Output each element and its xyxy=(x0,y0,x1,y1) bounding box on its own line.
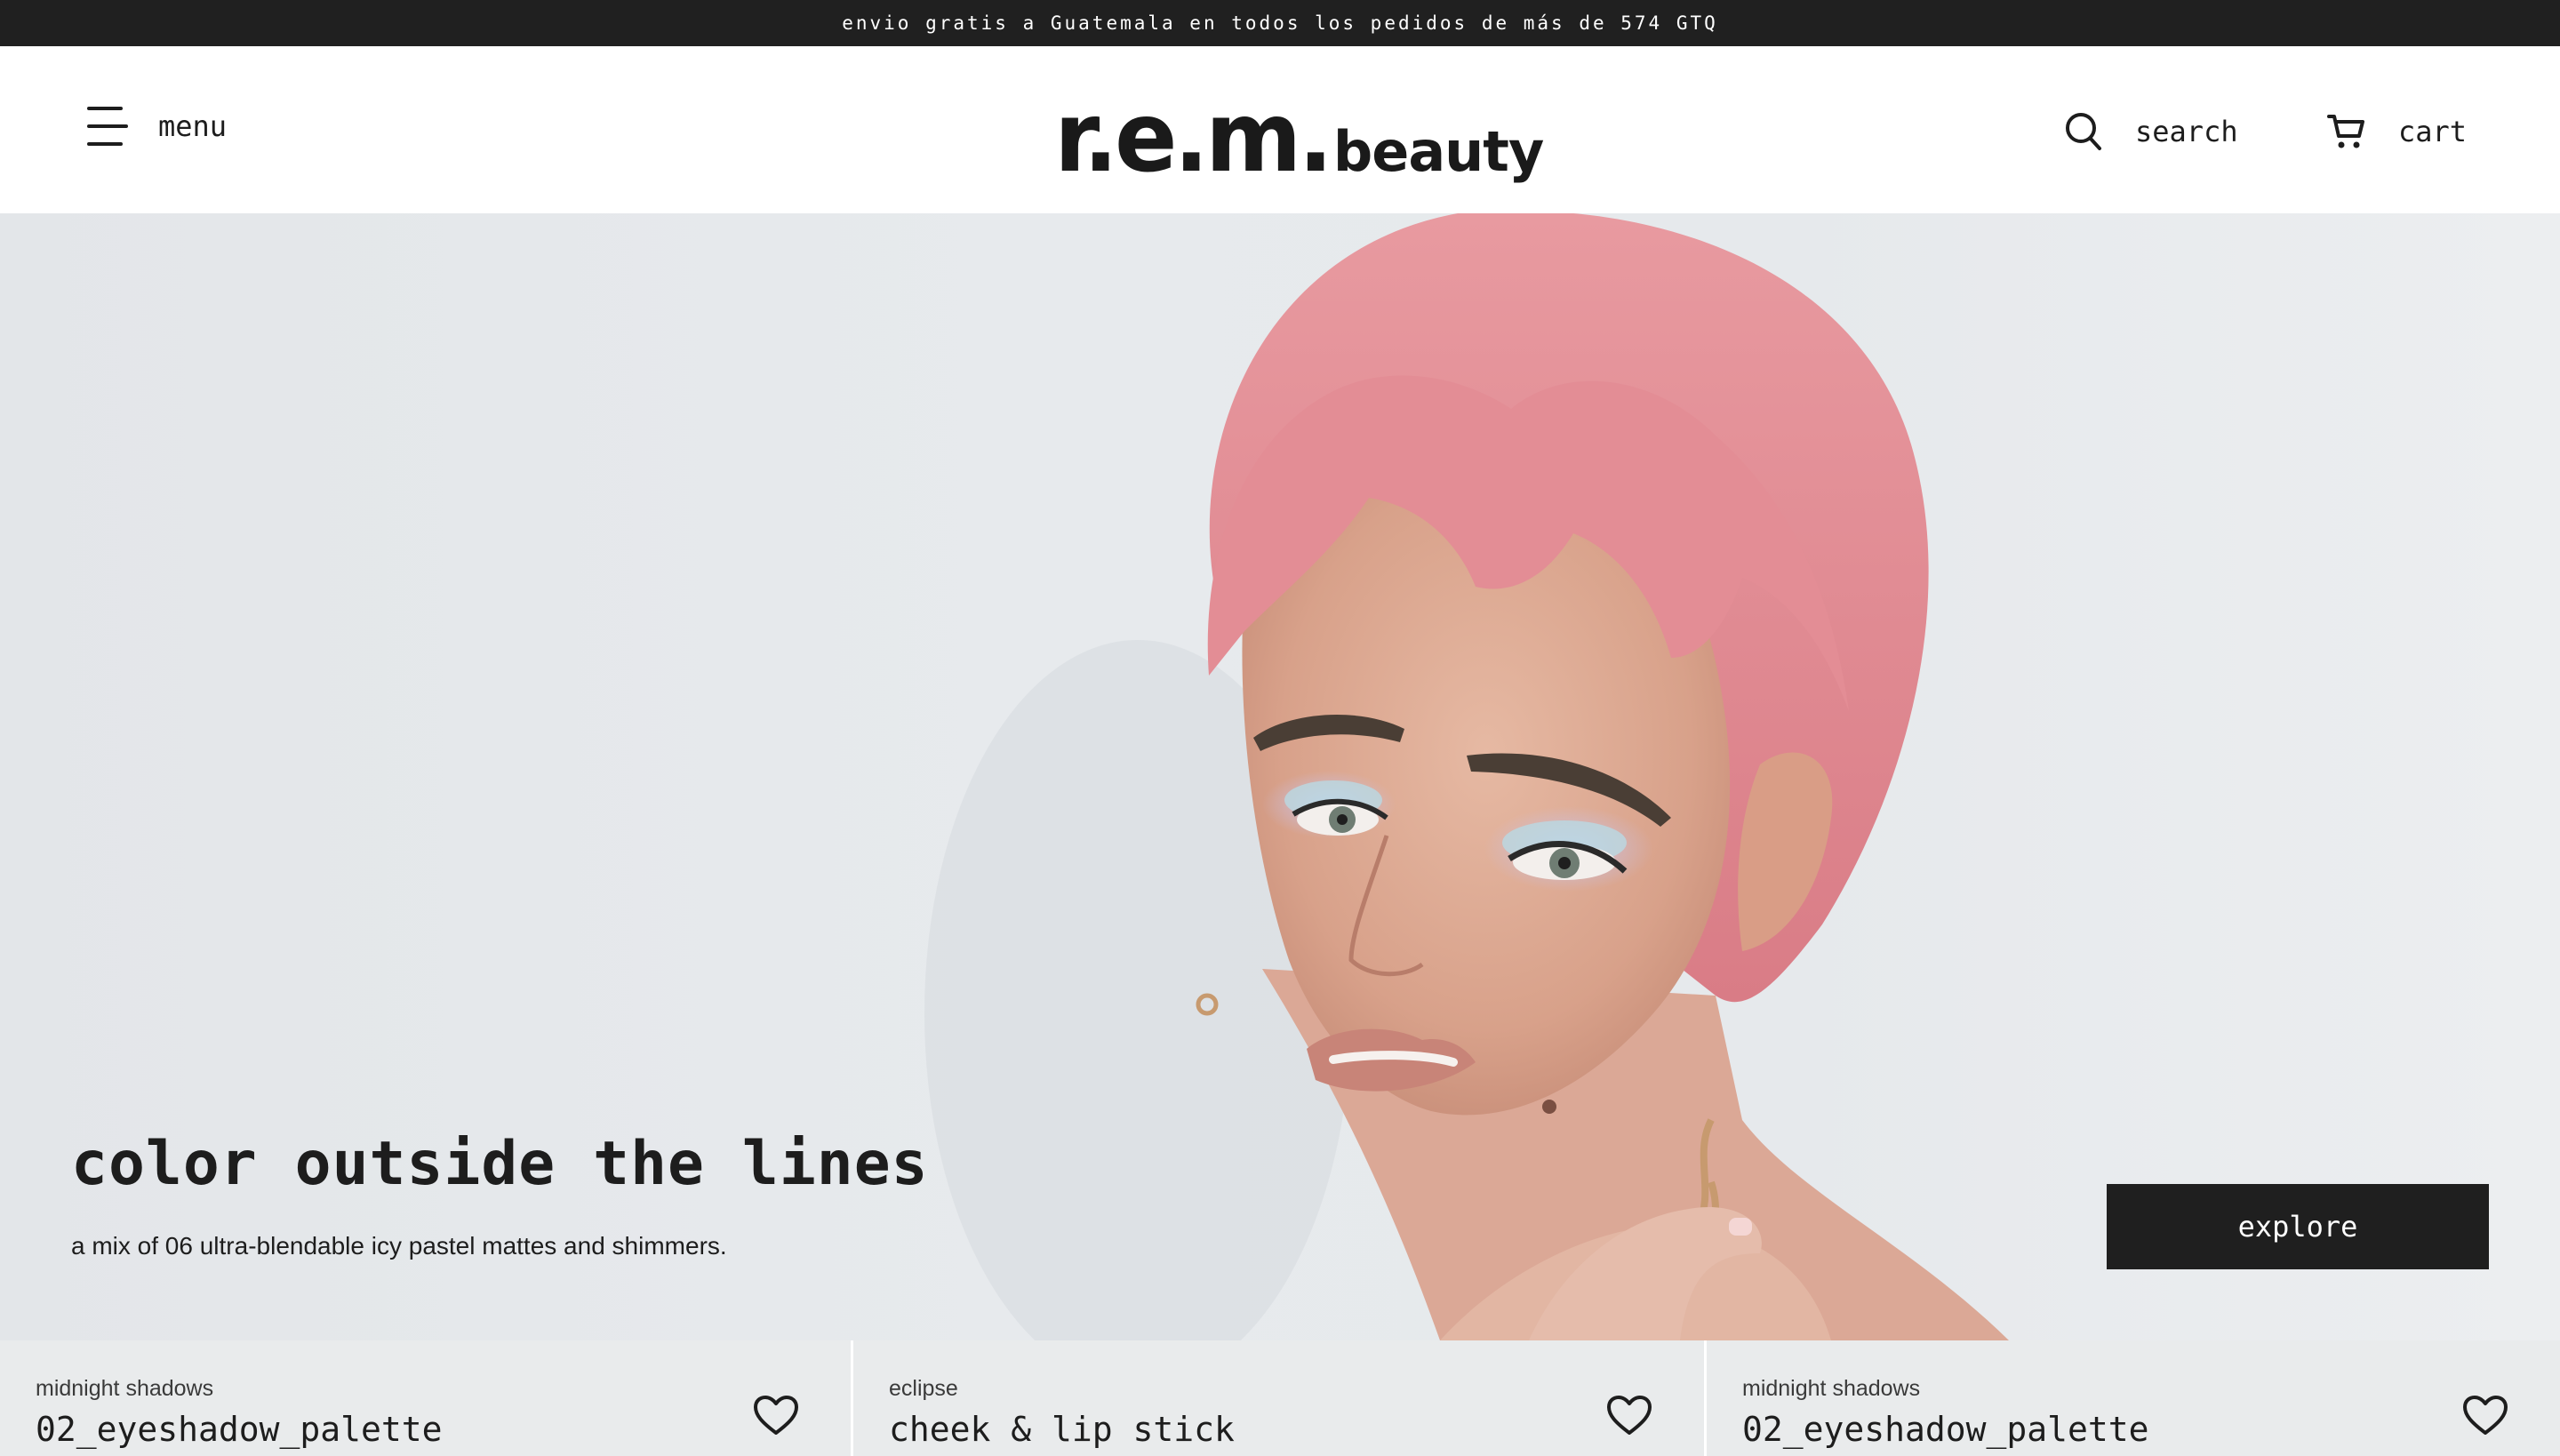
product-strip: midnight shadows 02_eyeshadow_palette ec… xyxy=(0,1340,2560,1456)
search-label: search xyxy=(2135,115,2238,148)
menu-button[interactable]: menu xyxy=(87,100,227,153)
product-category: midnight shadows xyxy=(36,1376,214,1401)
hamburger-icon xyxy=(87,107,128,146)
brand-logo[interactable]: r.e.m. beauty xyxy=(1054,79,1544,195)
product-name[interactable]: cheek & lip stick xyxy=(889,1410,1235,1449)
logo-main-text: r.e.m. xyxy=(1054,79,1333,195)
search-button[interactable]: search xyxy=(2064,105,2238,158)
product-card[interactable]: midnight shadows 02_eyeshadow_palette xyxy=(0,1340,851,1456)
hero-subtitle: a mix of 06 ultra-blendable icy pastel m… xyxy=(71,1232,727,1260)
announcement-text: envio gratis a Guatemala en todos los pe… xyxy=(842,12,1718,34)
logo-sub-text: beauty xyxy=(1332,119,1544,184)
product-name[interactable]: 02_eyeshadow_palette xyxy=(36,1410,443,1449)
search-icon xyxy=(2066,113,2101,150)
product-name[interactable]: 02_eyeshadow_palette xyxy=(1742,1410,2149,1449)
heart-icon[interactable] xyxy=(1606,1396,1652,1436)
explore-button[interactable]: explore xyxy=(2107,1184,2489,1269)
product-category: midnight shadows xyxy=(1742,1376,1921,1401)
site-header: menu r.e.m. beauty search cart xyxy=(0,46,2560,213)
announcement-bar: envio gratis a Guatemala en todos los pe… xyxy=(0,0,2560,46)
heart-icon[interactable] xyxy=(753,1396,799,1436)
hero-title: color outside the lines xyxy=(71,1129,929,1199)
hero-banner: color outside the lines a mix of 06 ultr… xyxy=(0,213,2560,1340)
menu-label: menu xyxy=(158,109,228,143)
cart-button[interactable]: cart xyxy=(2327,105,2467,158)
heart-icon[interactable] xyxy=(2462,1396,2508,1436)
cart-label: cart xyxy=(2398,115,2468,148)
product-card[interactable]: midnight shadows 02_eyeshadow_palette xyxy=(1707,1340,2560,1456)
product-category: eclipse xyxy=(889,1376,958,1401)
cart-icon xyxy=(2327,115,2364,148)
product-card[interactable]: eclipse cheek & lip stick xyxy=(853,1340,1704,1456)
